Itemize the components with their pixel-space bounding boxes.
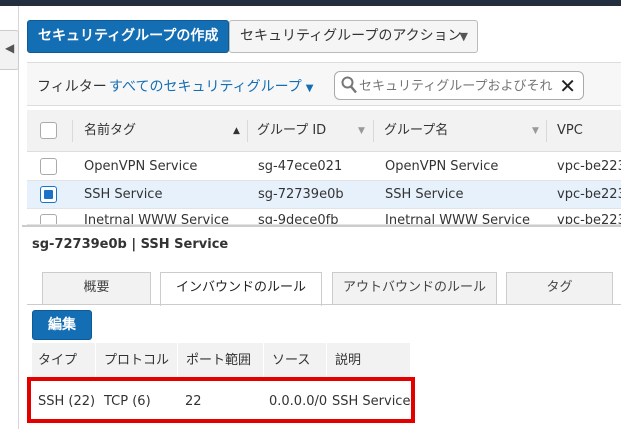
cell-group-id: sg-72739e0b [258, 187, 344, 202]
column-header-name-tag[interactable]: 名前タグ [84, 110, 136, 152]
tab-tags[interactable]: タグ [506, 272, 613, 304]
highlight-box [27, 377, 415, 423]
rules-column-type: タイプ [38, 353, 78, 368]
rules-column-description: 説明 [335, 353, 362, 368]
cell-vpc: vpc-be223fe [557, 187, 621, 202]
tab-outbound-rules[interactable]: アウトバウンドのルール [332, 272, 497, 304]
search-box[interactable]: ✕ [334, 71, 584, 100]
filter-bar: フィルター すべてのセキュリティグループ▼ ✕ [27, 62, 621, 106]
create-security-group-button[interactable]: セキュリティグループの作成 [27, 20, 230, 53]
table-row[interactable]: Inetrnal WWW Service sg-9dece0fb Inetrna… [27, 209, 621, 225]
chevron-left-icon: ◀ [5, 41, 15, 55]
cell-group-name: SSH Service [385, 187, 464, 202]
main-panel: セキュリティグループの作成 セキュリティグループのアクション ▼ フィルター す… [22, 6, 621, 429]
sort-icon[interactable]: ▼ [532, 110, 539, 152]
security-group-actions-button[interactable]: セキュリティグループのアクション ▼ [229, 20, 478, 53]
table-row[interactable]: OpenVPN Service sg-47ece021 OpenVPN Serv… [27, 153, 621, 181]
table-header: 名前タグ ▲ グループ ID ▼ グループ名 ▼ VPC [27, 110, 621, 152]
column-divider [373, 120, 374, 142]
sort-asc-icon[interactable]: ▲ [233, 110, 240, 152]
row-checkbox[interactable] [40, 186, 57, 203]
edit-button[interactable]: 編集 [32, 310, 92, 340]
column-divider [95, 343, 96, 379]
filter-selected-value: すべてのセキュリティグループ [109, 79, 302, 95]
tabs-divider [27, 304, 621, 305]
cell-group-id: sg-47ece021 [258, 159, 343, 174]
row-checkbox[interactable] [40, 158, 57, 175]
column-header-group-name[interactable]: グループ名 [384, 110, 448, 152]
column-divider [546, 120, 547, 142]
rules-table-header: タイプ プロトコル ポート範囲 ソース 説明 [32, 343, 410, 379]
rules-column-protocol: プロトコル [104, 353, 170, 368]
table-row-selected[interactable]: SSH Service sg-72739e0b SSH Service vpc-… [27, 181, 621, 209]
cell-group-id: sg-9dece0fb [258, 213, 339, 225]
detail-title: sg-72739e0b | SSH Service [32, 237, 229, 252]
select-all-checkbox[interactable] [40, 122, 57, 139]
tab-inbound-rules[interactable]: インバウンドのルール [160, 272, 322, 306]
cell-name-tag: Inetrnal WWW Service [84, 213, 229, 225]
sort-icon[interactable]: ▼ [358, 110, 365, 152]
cell-name-tag: OpenVPN Service [84, 159, 198, 174]
chevron-down-icon: ▼ [305, 83, 314, 94]
column-divider [72, 120, 73, 142]
close-icon[interactable]: ✕ [559, 74, 576, 98]
sidebar-collapse-button[interactable]: ◀ [0, 30, 19, 70]
cell-group-name: Inetrnal WWW Service [385, 213, 530, 225]
search-input[interactable] [359, 76, 555, 96]
cell-group-name: OpenVPN Service [385, 159, 499, 174]
column-divider [247, 120, 248, 142]
filter-label: フィルター [37, 79, 107, 95]
row-checkbox[interactable] [40, 214, 57, 224]
cell-vpc: vpc-be223fe [557, 159, 621, 174]
column-divider [326, 343, 327, 379]
filter-dropdown[interactable]: すべてのセキュリティグループ ▼ [109, 76, 313, 96]
column-header-vpc[interactable]: VPC [557, 110, 583, 152]
cell-name-tag: SSH Service [84, 187, 163, 202]
rules-column-source: ソース [272, 353, 311, 368]
search-icon [341, 76, 357, 94]
tab-summary[interactable]: 概要 [42, 272, 151, 304]
chevron-down-icon: ▼ [459, 30, 468, 43]
column-divider [263, 343, 264, 379]
actions-label: セキュリティグループのアクション [240, 28, 462, 44]
cell-vpc: vpc-be223fe [557, 213, 621, 225]
pane-splitter[interactable] [22, 225, 621, 227]
column-header-group-id[interactable]: グループ ID [257, 110, 326, 152]
column-divider [177, 343, 178, 379]
rules-column-port-range: ポート範囲 [186, 353, 252, 368]
